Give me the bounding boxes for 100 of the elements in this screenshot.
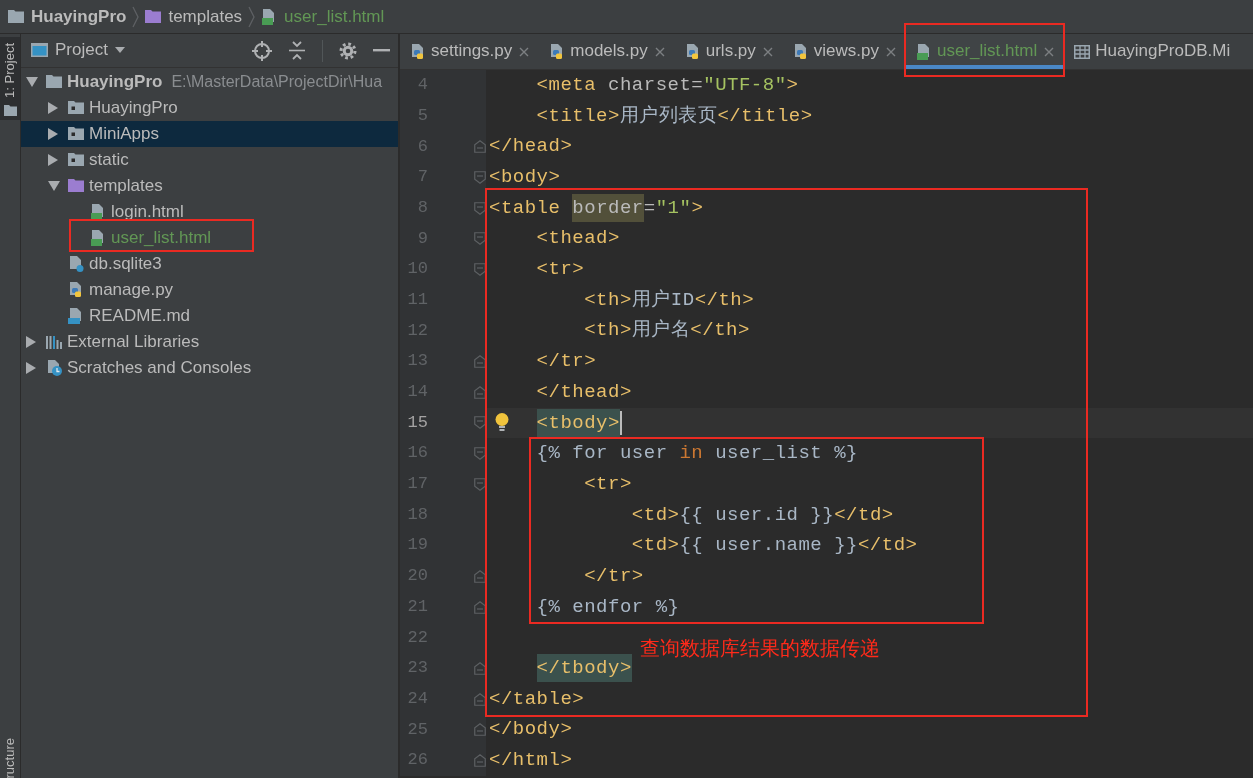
fold-marker-icon[interactable] [474, 201, 486, 215]
tree-item[interactable]: templates [68, 176, 163, 196]
tree-item[interactable]: Scratches and Consoles [46, 358, 252, 378]
editor-tab[interactable]: HuayingProDB.Mi [1064, 34, 1241, 69]
tool-window-tab[interactable]: ructure [0, 737, 20, 778]
close-icon[interactable] [654, 46, 665, 57]
fold-marker-icon[interactable] [474, 723, 486, 737]
tree-item[interactable]: HuayingPro [68, 98, 178, 118]
fold-marker-icon[interactable] [474, 477, 486, 491]
python-file-icon [68, 282, 84, 298]
caret-down-icon[interactable] [48, 181, 60, 191]
tree-item[interactable]: static [68, 150, 129, 170]
chevron-icon [132, 5, 140, 28]
minus-icon[interactable] [373, 49, 390, 52]
code-line: <title>用户列表页</title> [536, 104, 813, 128]
code-line: </table> [489, 687, 585, 711]
editor-tab[interactable]: user_list.html [906, 34, 1065, 69]
folder-icon [68, 178, 84, 194]
python-file-icon [410, 43, 426, 60]
fold-marker-icon[interactable] [474, 416, 486, 430]
code-line: </tr> [536, 350, 597, 373]
project-path: E:\MasterData\ProjectDir\Hua [171, 72, 383, 92]
crosshair-icon[interactable] [252, 40, 272, 61]
chevron-icon [248, 5, 256, 28]
folder-icon [68, 152, 84, 168]
table-icon [1074, 43, 1091, 60]
caret-right-icon[interactable] [48, 102, 58, 114]
editor-tab[interactable]: urls.py [674, 34, 783, 69]
tree-item[interactable]: user_list.html [90, 228, 212, 248]
breadcrumb-item[interactable]: user_list.html [261, 5, 385, 28]
tool-window-tab[interactable]: 1: Project [0, 37, 20, 120]
code-line: <tr> [584, 472, 632, 496]
editor-tab[interactable]: models.py [539, 34, 675, 69]
fold-marker-icon[interactable] [474, 262, 486, 276]
tree-item[interactable]: README.md [68, 306, 191, 326]
code-line: </tr> [584, 564, 644, 588]
file-clock-icon [46, 360, 62, 376]
annotation-note: 查询数据库结果的数据传递 [640, 636, 880, 661]
fold-marker-icon[interactable] [474, 661, 486, 675]
collapse-arrows-icon[interactable] [288, 41, 306, 60]
code-line: <meta charset="UTF-8"> [536, 73, 799, 97]
caret-right-icon[interactable] [48, 154, 58, 166]
breadcrumb-item[interactable]: templates [145, 5, 243, 28]
code-line: <tr> [536, 258, 585, 281]
caret-down-icon [114, 47, 125, 54]
tree-item[interactable]: login.html [90, 202, 184, 222]
caret-down-icon[interactable] [26, 77, 38, 87]
folder-icon [68, 100, 84, 116]
fold-marker-icon[interactable] [474, 355, 486, 369]
breadcrumb-item[interactable]: HuayingPro [8, 5, 127, 28]
editor-tab[interactable]: views.py [782, 34, 906, 69]
fold-marker-icon[interactable] [474, 753, 486, 767]
folder-icon [68, 126, 84, 142]
file-icon [68, 256, 84, 272]
fold-marker-icon[interactable] [474, 140, 486, 154]
tree-item[interactable]: db.sqlite3 [68, 254, 162, 274]
folder-icon [3, 103, 17, 116]
code-line: </head> [489, 135, 573, 159]
caret-right-icon[interactable] [48, 128, 58, 140]
code-line: <th>用户名</th> [584, 319, 750, 343]
fold-marker-icon[interactable] [474, 170, 486, 184]
view-selector[interactable]: Project [31, 40, 125, 61]
tree-item[interactable]: External Libraries [46, 332, 200, 352]
code-line: <td>{{ user.name }}</td> [631, 534, 918, 558]
tree-item[interactable]: HuayingPro [46, 72, 163, 92]
caret-right-icon[interactable] [26, 336, 36, 348]
code-line: {% for user in user_list %} [536, 442, 858, 465]
settings-icon[interactable] [339, 41, 357, 60]
file-icon [90, 230, 106, 246]
close-icon[interactable] [762, 46, 773, 57]
code-line: </thead> [536, 380, 632, 404]
folder-icon [145, 8, 162, 25]
fold-marker-icon[interactable] [474, 600, 486, 614]
close-icon[interactable] [886, 46, 896, 57]
caret-right-icon[interactable] [26, 362, 36, 374]
tree-item[interactable]: manage.py [68, 280, 174, 300]
editor-tab[interactable]: settings.py [400, 34, 540, 69]
fold-marker-icon[interactable] [474, 569, 486, 583]
python-file-icon [792, 43, 809, 60]
line-number: 15 [406, 412, 428, 434]
file-icon [68, 308, 84, 324]
code-line: <td>{{ user.id }}</td> [631, 503, 894, 527]
file-icon [90, 204, 106, 220]
fold-marker-icon[interactable] [474, 385, 486, 399]
code-line: <thead> [536, 227, 620, 251]
fold-marker-icon[interactable] [474, 692, 486, 706]
fold-marker-icon[interactable] [474, 232, 486, 246]
bars-icon [46, 334, 62, 350]
lightbulb-icon[interactable] [495, 412, 509, 431]
code-line: <th>用户ID</th> [584, 288, 755, 312]
close-icon[interactable] [1044, 46, 1055, 57]
fold-marker-icon[interactable] [474, 447, 486, 461]
close-icon[interactable] [519, 46, 530, 57]
text-cursor [619, 410, 622, 435]
folder-icon [8, 8, 24, 25]
file-icon [916, 43, 932, 60]
code-line: {% endfor %} [536, 595, 680, 619]
code-line: <table border="1"> [489, 196, 704, 220]
tree-item[interactable]: MiniApps [68, 124, 159, 144]
python-file-icon [684, 43, 701, 60]
